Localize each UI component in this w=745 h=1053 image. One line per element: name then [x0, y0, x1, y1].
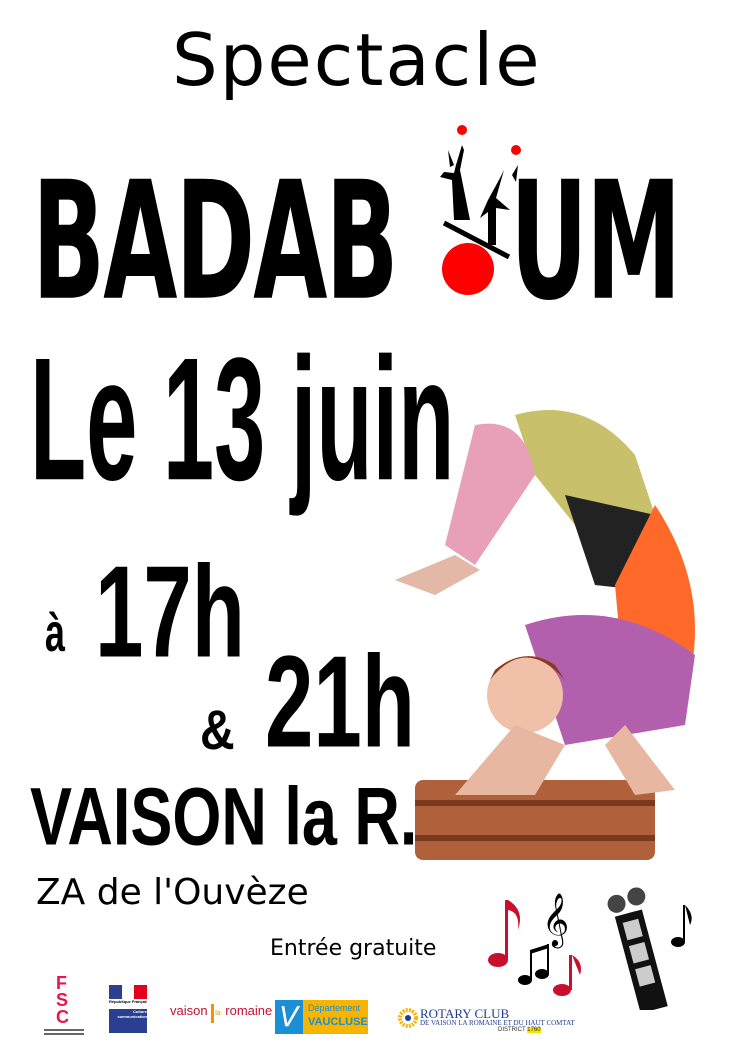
and-text: &	[200, 700, 235, 762]
fsc-logo: FSC	[44, 973, 84, 1039]
kicker-text: Spectacle	[172, 18, 542, 102]
rotary-club-logo: ROTARY CLUB DE VAISON LA ROMAINE ET DU H…	[398, 1006, 578, 1036]
title-right: UM	[510, 146, 681, 337]
vaucluse-logo: V Département VAUCLUSE	[275, 1000, 368, 1034]
music-notes-film-icon: 𝄞	[488, 887, 692, 1010]
entry-text: Entrée gratuite	[270, 936, 437, 961]
vaison-la-romaine-logo: vaison la romaine	[170, 1003, 272, 1023]
place-text: VAISON la R.	[30, 771, 418, 863]
svg-text:𝄞: 𝄞	[542, 892, 569, 948]
at-text: à	[45, 601, 66, 663]
fsc-text: FSC	[56, 973, 69, 1027]
rotary-wheel-icon	[398, 1008, 418, 1028]
acrobats-ball-icon	[440, 125, 521, 295]
badaboum-logo: BADAB UM	[32, 120, 712, 337]
acrobat-photo	[395, 410, 695, 860]
ministere-culture-logo: République Française Culture communicati…	[109, 985, 148, 1037]
title-left: BADAB	[32, 146, 399, 337]
address-text: ZA de l'Ouvèze	[36, 872, 309, 913]
time-1: 17h	[95, 539, 245, 685]
